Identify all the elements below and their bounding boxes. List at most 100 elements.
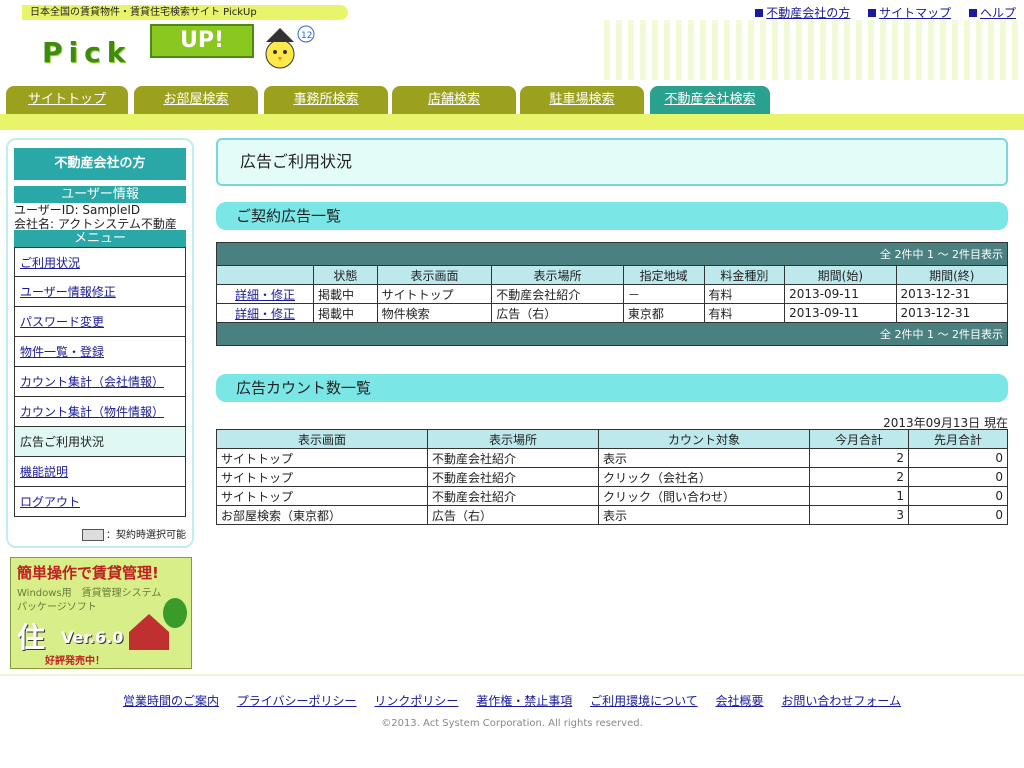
top-link-realestate[interactable]: 不動産会社の方 [755, 6, 850, 20]
site-tagline: 日本全国の賃貸物件・賃貸住宅検索サイト PickUp [22, 5, 348, 20]
menu-item-logout[interactable]: ログアウト [14, 487, 186, 517]
menu-item-count-company[interactable]: カウント集計（会社情報） [14, 367, 186, 397]
table-cell: クリック（問い合わせ） [598, 486, 810, 506]
table-cell: 2013-12-31 [895, 303, 1009, 323]
col-header-screen: 表示画面 [216, 429, 428, 449]
sidebar-menu: ご利用状況 ユーザー情報修正 パスワード変更 物件一覧・登録 カウント集計（会社… [14, 247, 186, 517]
banner-subline: Windows用 賃貸管理システム [17, 588, 162, 599]
contract-pager-bottom: 全 2件中 1 ～ 2件目表示 [216, 322, 1008, 346]
footer-link-privacy[interactable]: プライバシーポリシー [237, 694, 357, 708]
table-cell: 2013-12-31 [895, 284, 1009, 304]
tab-parking-search[interactable]: 駐車場検索 [520, 86, 644, 114]
table-header-row: 表示画面 表示場所 カウント対象 今月合計 先月合計 [216, 429, 1008, 449]
table-cell: サイトトップ [216, 448, 428, 468]
menu-item-feature-help[interactable]: 機能説明 [14, 457, 186, 487]
footer-link-environment[interactable]: ご利用環境について [590, 694, 698, 708]
banner-headline: 簡単操作で賃貸管理! [17, 564, 159, 582]
banner-onsale: 好評発売中！ [45, 656, 105, 667]
detail-edit-link[interactable]: 詳細・修正 [235, 307, 295, 321]
top-link-sitemap[interactable]: サイトマップ [868, 6, 951, 20]
table-cell: 不動産会社紹介 [427, 467, 599, 487]
table-header-row: 状態 表示画面 表示場所 指定地域 料金種別 期間(始) 期間(終) [216, 265, 1009, 285]
menu-item-change-password[interactable]: パスワード変更 [14, 307, 186, 337]
col-header-last-month: 先月合計 [908, 429, 1008, 449]
col-header-action [216, 265, 314, 285]
table-cell: 有料 [703, 284, 786, 304]
table-cell: 広告（右） [427, 505, 599, 525]
footer-divider [0, 674, 1024, 676]
tab-bar-underline [0, 114, 1024, 130]
table-cell: 2 [809, 448, 909, 468]
col-header-start: 期間(始) [784, 265, 897, 285]
tree-icon [163, 598, 187, 628]
contract-ads-heading: ご契約広告一覧 [216, 202, 1008, 230]
top-links: 不動産会社の方 サイトマップ ヘルプ [741, 4, 1016, 21]
tab-office-search[interactable]: 事務所検索 [264, 86, 388, 114]
tab-room-search[interactable]: お部屋検索 [134, 86, 258, 114]
logo-up: UP! [150, 24, 254, 58]
contract-ads-table: 全 2件中 1 ～ 2件目表示 状態 表示画面 表示場所 指定地域 料金種別 期… [216, 242, 1009, 346]
table-row: サイトトップ 不動産会社紹介 表示 2 0 [216, 448, 1008, 468]
table-cell: 0 [908, 448, 1008, 468]
user-info: ユーザーID: SampleID 会社名: アクトシステム不動産 [14, 203, 177, 231]
col-header-this-month: 今月合計 [809, 429, 909, 449]
table-cell: 不動産会社紹介 [427, 448, 599, 468]
detail-edit-link[interactable]: 詳細・修正 [235, 288, 295, 302]
table-row: 詳細・修正 掲載中 サイトトップ 不動産会社紹介 － 有料 2013-09-11… [216, 284, 1009, 304]
ad-count-heading: 広告カウント数一覧 [216, 374, 1008, 402]
table-cell: 不動産会社紹介 [491, 284, 624, 304]
tab-site-top[interactable]: サイトトップ [6, 86, 128, 114]
footer-link-contact[interactable]: お問い合わせフォーム [781, 694, 901, 708]
footer-link-copyright[interactable]: 著作権・禁止事項 [476, 694, 572, 708]
banner-kanji: 住 [17, 621, 46, 654]
col-header-screen: 表示画面 [376, 265, 493, 285]
table-cell: 2013-09-11 [784, 303, 897, 323]
table-cell: 掲載中 [313, 303, 378, 323]
legend-swatch [82, 529, 104, 541]
table-cell: 2 [809, 467, 909, 487]
table-cell: 不動産会社紹介 [427, 486, 599, 506]
menu-item-edit-user[interactable]: ユーザー情報修正 [14, 277, 186, 307]
ad-count-table: 表示画面 表示場所 カウント対象 今月合計 先月合計 サイトトップ 不動産会社紹… [216, 429, 1008, 525]
table-row: 詳細・修正 掲載中 物件検索 広告（右） 東京都 有料 2013-09-11 2… [216, 303, 1009, 323]
menu-heading: メニュー [14, 230, 186, 247]
top-link-help[interactable]: ヘルプ [968, 6, 1016, 20]
table-cell: － [622, 284, 705, 304]
menu-item-property-list[interactable]: 物件一覧・登録 [14, 337, 186, 367]
mascot-icon: 12 [265, 25, 315, 69]
table-cell: 表示 [598, 448, 810, 468]
banner-package: パッケージソフト [17, 602, 97, 613]
banner-version: Ver.6.0 [61, 628, 124, 647]
menu-item-usage[interactable]: ご利用状況 [14, 247, 186, 277]
table-cell: 広告（右） [491, 303, 624, 323]
table-cell: 0 [908, 467, 1008, 487]
table-cell: 東京都 [622, 303, 705, 323]
sidebar: 不動産会社の方 ユーザー情報 ユーザーID: SampleID 会社名: アクト… [6, 138, 194, 548]
site-logo[interactable]: Pick UP! 12 [38, 24, 348, 72]
footer-link-hours[interactable]: 営業時間のご案内 [123, 694, 219, 708]
header-decoration [604, 20, 1024, 80]
table-cell: 2013-09-11 [784, 284, 897, 304]
table-cell: 3 [809, 505, 909, 525]
table-cell: 有料 [703, 303, 786, 323]
table-cell: 詳細・修正 [216, 303, 314, 323]
col-header-region: 指定地域 [622, 265, 705, 285]
footer-link-link-policy[interactable]: リンクポリシー [374, 694, 458, 708]
svg-text:12: 12 [301, 31, 312, 41]
tab-store-search[interactable]: 店舗検索 [392, 86, 516, 114]
table-cell: サイトトップ [216, 486, 428, 506]
house-icon [129, 614, 169, 650]
menu-item-count-property[interactable]: カウント集計（物件情報） [14, 397, 186, 427]
table-cell: 掲載中 [313, 284, 378, 304]
footer-link-company[interactable]: 会社概要 [716, 694, 764, 708]
user-id: ユーザーID: SampleID [14, 203, 141, 217]
tab-company-search[interactable]: 不動産会社検索 [650, 86, 770, 114]
menu-item-ad-usage: 広告ご利用状況 [14, 427, 186, 457]
table-row: サイトトップ 不動産会社紹介 クリック（会社名） 2 0 [216, 467, 1008, 487]
col-header-end: 期間(終) [895, 265, 1009, 285]
table-cell: お部屋検索（東京都） [216, 505, 428, 525]
table-cell: 詳細・修正 [216, 284, 314, 304]
product-banner[interactable]: 簡単操作で賃貸管理! Windows用 賃貸管理システム パッケージソフト 住 … [10, 557, 192, 669]
table-cell: サイトトップ [376, 284, 493, 304]
contract-pager-top: 全 2件中 1 ～ 2件目表示 [216, 242, 1008, 266]
